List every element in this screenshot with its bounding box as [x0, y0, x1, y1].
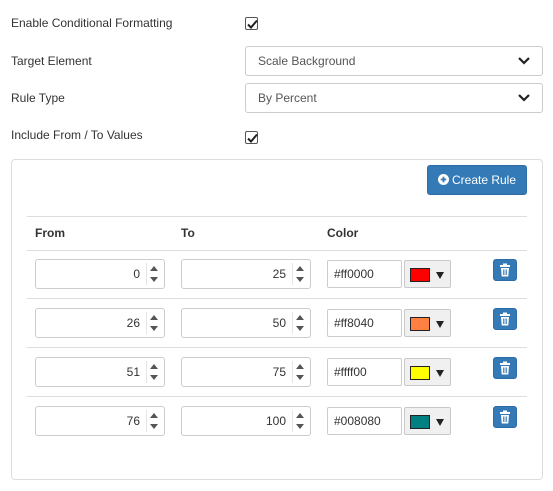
color-picker-button[interactable] [404, 260, 451, 288]
to-input-value: 75 [272, 365, 286, 379]
from-input-value: 26 [126, 316, 140, 330]
row-divider [27, 298, 527, 299]
trash-icon [500, 263, 510, 277]
table-divider [27, 250, 527, 251]
spinner[interactable] [146, 263, 160, 285]
dropdown-arrow-icon [436, 370, 444, 377]
trash-icon [500, 312, 510, 326]
row-divider [27, 396, 527, 397]
row-divider [27, 347, 527, 348]
checkmark-icon [247, 133, 258, 143]
target-element-select[interactable]: Scale Background [245, 46, 543, 76]
create-rule-label: Create Rule [451, 173, 517, 187]
dropdown-arrow-icon [436, 321, 444, 328]
color-hex-input[interactable]: #ffff00 [327, 358, 402, 386]
dropdown-arrow-icon [436, 272, 444, 279]
to-input[interactable]: 75 [181, 357, 311, 387]
from-header: From [35, 226, 65, 240]
color-picker-button[interactable] [404, 309, 451, 337]
spin-up-icon[interactable] [150, 413, 158, 418]
spin-down-icon[interactable] [296, 277, 304, 282]
spin-down-icon[interactable] [150, 277, 158, 282]
enable-formatting-checkbox[interactable] [245, 17, 258, 30]
to-input[interactable]: 25 [181, 259, 311, 289]
to-header: To [181, 226, 195, 240]
color-picker-button[interactable] [404, 358, 451, 386]
color-hex-input[interactable]: #ff0000 [327, 260, 402, 288]
spinner[interactable] [146, 361, 160, 383]
delete-rule-button[interactable] [493, 406, 517, 428]
spinner[interactable] [292, 410, 306, 432]
color-swatch [410, 366, 430, 380]
target-element-value: Scale Background [258, 54, 356, 68]
from-input[interactable]: 0 [35, 259, 165, 289]
from-input-value: 76 [126, 414, 140, 428]
chevron-down-icon [518, 94, 530, 102]
to-input[interactable]: 100 [181, 406, 311, 436]
dropdown-arrow-icon [436, 419, 444, 426]
color-picker-button[interactable] [404, 407, 451, 435]
spin-down-icon[interactable] [296, 424, 304, 429]
include-values-checkbox[interactable] [245, 131, 258, 144]
target-element-label: Target Element [11, 54, 92, 68]
trash-icon [500, 410, 510, 424]
to-input-value: 50 [272, 316, 286, 330]
include-values-label: Include From / To Values [11, 128, 143, 142]
spin-down-icon[interactable] [150, 375, 158, 380]
checkmark-icon [247, 19, 258, 29]
color-hex-input[interactable]: #008080 [327, 407, 402, 435]
delete-rule-button[interactable] [493, 308, 517, 330]
spinner[interactable] [146, 312, 160, 334]
spinner[interactable] [146, 410, 160, 432]
to-input-value: 100 [265, 414, 286, 428]
from-input-value: 51 [126, 365, 140, 379]
color-hex-input[interactable]: #ff8040 [327, 309, 402, 337]
spin-up-icon[interactable] [150, 315, 158, 320]
spinner[interactable] [292, 361, 306, 383]
spin-up-icon[interactable] [296, 266, 304, 271]
table-divider [27, 216, 527, 217]
rule-type-label: Rule Type [11, 91, 65, 105]
to-input[interactable]: 50 [181, 308, 311, 338]
plus-circle-icon [437, 174, 449, 186]
spin-up-icon[interactable] [150, 364, 158, 369]
color-swatch [410, 317, 430, 331]
spin-down-icon[interactable] [296, 375, 304, 380]
delete-rule-button[interactable] [493, 259, 517, 281]
spinner[interactable] [292, 312, 306, 334]
spinner[interactable] [292, 263, 306, 285]
color-swatch [410, 415, 430, 429]
spin-up-icon[interactable] [296, 364, 304, 369]
rule-type-select[interactable]: By Percent [245, 83, 543, 113]
delete-rule-button[interactable] [493, 357, 517, 379]
spin-down-icon[interactable] [296, 326, 304, 331]
rule-type-value: By Percent [258, 91, 317, 105]
spin-up-icon[interactable] [150, 266, 158, 271]
color-swatch [410, 268, 430, 282]
spin-down-icon[interactable] [150, 326, 158, 331]
spin-down-icon[interactable] [150, 424, 158, 429]
spin-up-icon[interactable] [296, 315, 304, 320]
from-input[interactable]: 76 [35, 406, 165, 436]
from-input[interactable]: 26 [35, 308, 165, 338]
trash-icon [500, 361, 510, 375]
to-input-value: 25 [272, 267, 286, 281]
color-header: Color [327, 226, 359, 240]
create-rule-button[interactable]: Create Rule [427, 165, 527, 195]
from-input[interactable]: 51 [35, 357, 165, 387]
from-input-value: 0 [133, 267, 140, 281]
chevron-down-icon [518, 57, 530, 65]
enable-formatting-label: Enable Conditional Formatting [11, 16, 173, 30]
spin-up-icon[interactable] [296, 413, 304, 418]
